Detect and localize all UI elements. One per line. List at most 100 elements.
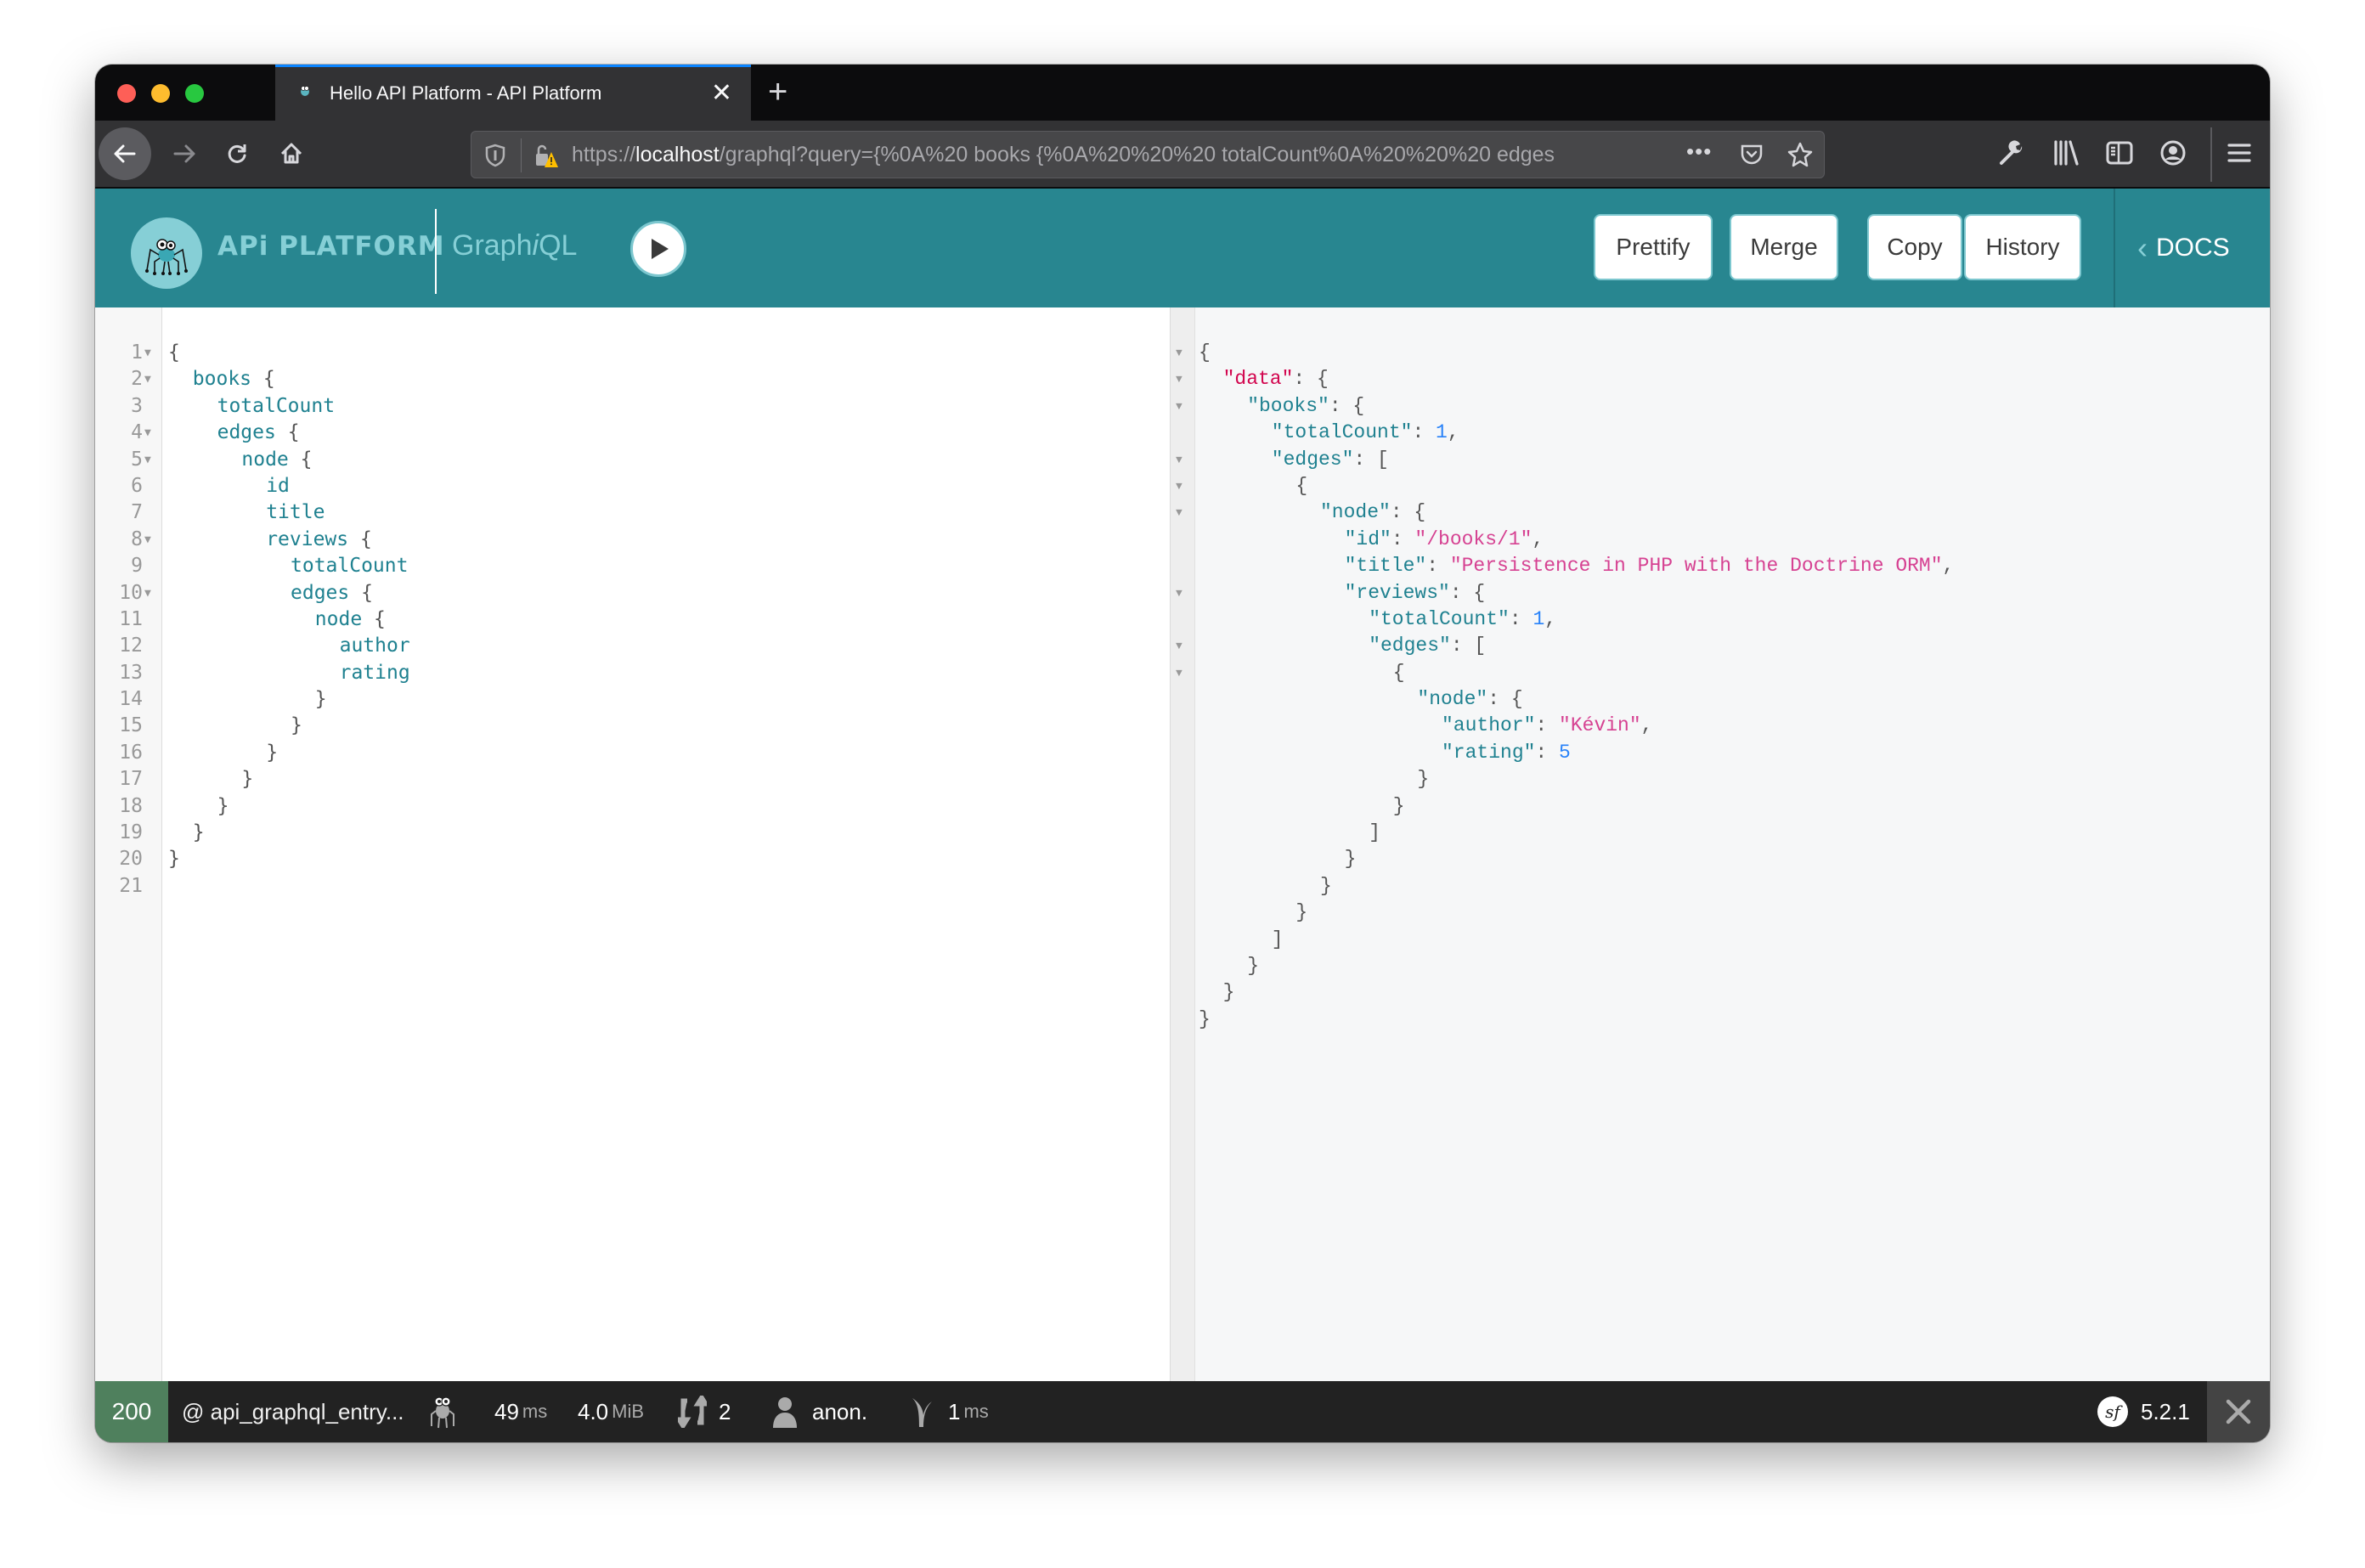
url-text[interactable]: https://localhost/graphql?query={%0A%20 … bbox=[572, 143, 1668, 167]
forward-button[interactable] bbox=[158, 127, 211, 180]
fold-toggle-icon[interactable]: ▼ bbox=[1176, 660, 1182, 686]
field-name: node bbox=[314, 607, 363, 630]
punctuation: } bbox=[192, 821, 205, 844]
code-text: } bbox=[266, 740, 278, 766]
execute-query-button[interactable] bbox=[630, 221, 686, 277]
punctuation: } bbox=[291, 714, 302, 737]
punctuation: { bbox=[275, 421, 300, 444]
colon: : bbox=[1412, 421, 1436, 444]
fold-toggle-icon[interactable]: ▼ bbox=[144, 527, 151, 553]
line-number: 15 bbox=[119, 714, 143, 737]
twig-panel[interactable]: 1 ms bbox=[909, 1381, 989, 1442]
line-number: 1 bbox=[131, 341, 143, 364]
field-name: author bbox=[339, 635, 410, 657]
requests-panel[interactable]: 2 bbox=[678, 1381, 731, 1442]
spider-icon bbox=[431, 1396, 454, 1429]
docs-button[interactable]: ‹ DOCS bbox=[2137, 228, 2230, 268]
punctuation: } bbox=[1199, 1007, 1211, 1030]
line-number: 18 bbox=[119, 794, 143, 817]
docs-divider bbox=[2114, 189, 2115, 307]
fold-toggle-icon[interactable]: ▼ bbox=[144, 420, 151, 446]
json-key: "books" bbox=[1247, 394, 1329, 417]
json-value: "/books/1" bbox=[1414, 527, 1532, 550]
security-panel[interactable]: anon. bbox=[771, 1381, 867, 1442]
fold-toggle-icon[interactable]: ▼ bbox=[1176, 340, 1182, 366]
sidebar-icon[interactable] bbox=[2105, 139, 2134, 166]
colon: : bbox=[1535, 714, 1560, 737]
fold-toggle-icon[interactable]: ▼ bbox=[1176, 473, 1182, 499]
prettify-button[interactable]: Prettify bbox=[1594, 214, 1713, 280]
json-text: "author": "Kévin", bbox=[1442, 713, 1652, 739]
code-text: } bbox=[217, 793, 229, 820]
spider-logo-icon bbox=[145, 239, 188, 275]
fold-toggle-icon[interactable]: ▼ bbox=[144, 366, 151, 392]
account-icon[interactable] bbox=[2159, 139, 2187, 166]
lock-warning-icon[interactable] bbox=[533, 142, 560, 169]
zoom-window-button[interactable] bbox=[185, 84, 204, 103]
url-host: localhost bbox=[635, 143, 720, 166]
json-text: { bbox=[1295, 473, 1307, 499]
pocket-icon[interactable] bbox=[1739, 142, 1764, 167]
code-text: node { bbox=[241, 447, 312, 473]
merge-button[interactable]: Merge bbox=[1730, 214, 1838, 280]
more-icon[interactable]: ••• bbox=[1686, 138, 1712, 165]
browser-tab[interactable]: Hello API Platform - API Platform ✕ bbox=[275, 65, 751, 121]
code-text: } bbox=[315, 686, 327, 713]
fold-toggle-icon[interactable]: ▼ bbox=[1176, 580, 1182, 606]
fold-toggle-icon[interactable]: ▼ bbox=[1176, 447, 1182, 473]
request-time[interactable]: 49 ms bbox=[494, 1381, 547, 1442]
shield-icon[interactable] bbox=[483, 143, 507, 168]
punctuation: , bbox=[1942, 555, 1955, 578]
punctuation: } bbox=[266, 741, 279, 764]
code-text: edges { bbox=[291, 580, 373, 606]
status-code-badge[interactable]: 200 bbox=[95, 1381, 168, 1442]
code-text: } bbox=[291, 713, 302, 739]
history-button[interactable]: History bbox=[1964, 214, 2081, 280]
punctuation: { bbox=[362, 607, 386, 630]
copy-button[interactable]: Copy bbox=[1867, 214, 1962, 280]
json-text: } bbox=[1295, 900, 1307, 926]
close-window-button[interactable] bbox=[117, 84, 136, 103]
reload-button[interactable] bbox=[211, 127, 263, 180]
hide-toolbar-button[interactable] bbox=[2207, 1381, 2270, 1442]
punctuation: , bbox=[1544, 607, 1557, 630]
fold-toggle-icon[interactable]: ▼ bbox=[1176, 499, 1182, 526]
field-name: rating bbox=[339, 661, 410, 684]
colon: : bbox=[1509, 607, 1533, 630]
fold-toggle-icon[interactable]: ▼ bbox=[144, 340, 151, 366]
punctuation: } bbox=[1417, 768, 1430, 791]
json-key: "node" bbox=[1320, 501, 1391, 524]
wrench-icon[interactable] bbox=[1998, 139, 2025, 166]
home-button[interactable] bbox=[265, 127, 318, 180]
memory-usage[interactable]: 4.0 MiB bbox=[578, 1381, 644, 1442]
url-separator bbox=[521, 138, 522, 172]
minimize-window-button[interactable] bbox=[151, 84, 170, 103]
field-name: edges bbox=[291, 581, 350, 604]
star-icon[interactable] bbox=[1786, 141, 1814, 168]
close-tab-icon[interactable]: ✕ bbox=[711, 79, 732, 108]
symfony-version-panel[interactable]: sf 5.2.1 bbox=[2097, 1381, 2190, 1442]
route-name[interactable]: @ api_graphql_entry... bbox=[182, 1381, 404, 1442]
library-icon[interactable] bbox=[2052, 139, 2080, 166]
query-editor[interactable]: 1 ▼{2 ▼ books {3 totalCount 4 ▼ edges {5 ▼ node {… bbox=[95, 307, 1170, 1381]
result-viewer[interactable]: ▼{▼ "data": {▼ "books": {"totalCount": 1, ▼… bbox=[1170, 307, 2270, 1381]
punctuation: : [ bbox=[1353, 448, 1389, 471]
url-bar[interactable]: https://localhost/graphql?query={%0A%20 … bbox=[471, 131, 1825, 178]
fold-toggle-icon[interactable]: ▼ bbox=[144, 580, 151, 606]
symfony-version: 5.2.1 bbox=[2141, 1398, 2190, 1424]
punctuation: { bbox=[348, 527, 372, 550]
back-button[interactable] bbox=[99, 127, 151, 180]
new-tab-button[interactable]: + bbox=[768, 73, 787, 110]
json-text: "node": { bbox=[1417, 686, 1522, 713]
json-text: } bbox=[1393, 793, 1405, 820]
fold-toggle-icon[interactable]: ▼ bbox=[1176, 393, 1182, 420]
api-platform-panel[interactable] bbox=[428, 1381, 457, 1442]
json-text: } bbox=[1345, 846, 1357, 872]
fold-toggle-icon[interactable]: ▼ bbox=[1176, 366, 1182, 392]
punctuation: } bbox=[1344, 848, 1357, 871]
menu-icon[interactable] bbox=[2226, 139, 2253, 166]
requests-icon bbox=[678, 1396, 707, 1428]
code-text: totalCount bbox=[291, 553, 408, 579]
fold-toggle-icon[interactable]: ▼ bbox=[1176, 633, 1182, 659]
fold-toggle-icon[interactable]: ▼ bbox=[144, 447, 151, 473]
